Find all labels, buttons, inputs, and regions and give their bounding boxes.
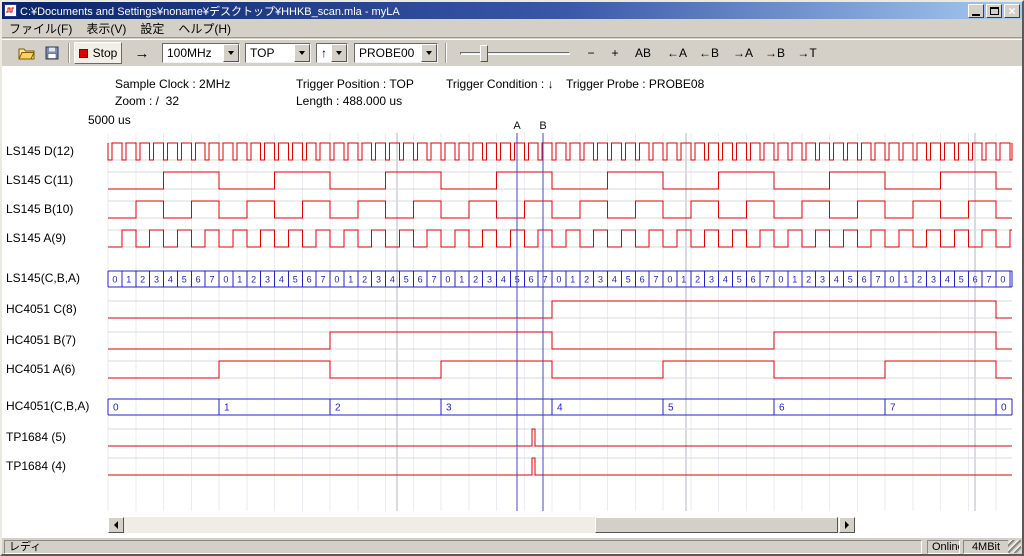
goto-next-a-button[interactable]: →A (728, 42, 758, 64)
menu-item-settings[interactable]: 設定 (133, 18, 171, 39)
trigger-edge-dropdown-button[interactable] (331, 44, 347, 62)
slider-thumb[interactable] (480, 45, 488, 62)
open-folder-icon (18, 46, 35, 60)
zoom-info: Zoom : / 32 (115, 94, 179, 108)
save-button[interactable] (40, 42, 64, 64)
status-bar: レディ Online 4MBit (2, 537, 1022, 554)
channel-label: LS145 A(9) (6, 231, 66, 245)
horizontal-scrollbar[interactable] (108, 517, 855, 533)
trigger-probe-dropdown-button[interactable] (421, 44, 437, 62)
menu-item-help[interactable]: ヘルプ(H) (171, 18, 238, 39)
timeline-start-label: 5000 us (88, 113, 131, 127)
channel-label: HC4051(C,B,A) (6, 399, 89, 413)
goto-prev-b-button[interactable]: ←B (694, 42, 724, 64)
goto-next-b-button[interactable]: →B (760, 42, 790, 64)
menu-bar: ファイル(F) 表示(V) 設定 ヘルプ(H) (2, 19, 1022, 38)
channel-label: HC4051 A(6) (6, 362, 75, 376)
close-icon: × (1008, 6, 1015, 16)
chevron-down-icon (336, 51, 342, 55)
channel-label: LS145(C,B,A) (6, 271, 80, 285)
toolbar-separator (445, 43, 447, 63)
trigger-position-dropdown-button[interactable] (294, 44, 310, 62)
status-memory: 4MBit (963, 540, 1009, 554)
minimize-button[interactable] (968, 4, 984, 18)
resize-grip[interactable] (1008, 540, 1021, 553)
chevron-down-icon (228, 51, 234, 55)
maximize-button[interactable] (986, 4, 1002, 18)
channel-label: LS145 D(12) (6, 144, 74, 158)
arrow-right-icon (845, 521, 849, 529)
scroll-left-button[interactable] (108, 517, 124, 533)
scroll-thumb[interactable] (595, 517, 838, 533)
stop-icon (79, 49, 88, 58)
trigger-edge-value: ↑ (321, 46, 330, 60)
stop-label: Stop (93, 46, 118, 60)
chevron-down-icon (426, 51, 432, 55)
channel-label: HC4051 B(7) (6, 333, 76, 347)
trigger-condition-info: Trigger Condition : ↓ (446, 77, 554, 91)
zoom-slider[interactable] (454, 45, 576, 62)
title-bar: C:¥Documents and Settings¥noname¥デスクトップ¥… (2, 2, 1022, 19)
open-button[interactable] (14, 42, 38, 64)
goto-trigger-button[interactable]: →T (792, 42, 822, 64)
run-arrow-button[interactable]: → (130, 42, 154, 64)
stop-button[interactable]: Stop (74, 42, 122, 64)
window-title: C:¥Documents and Settings¥noname¥デスクトップ¥… (20, 3, 400, 19)
trigger-probe-value: PROBE00 (359, 46, 420, 60)
slider-groove (460, 52, 570, 55)
save-floppy-icon (45, 46, 59, 60)
app-icon[interactable] (4, 4, 17, 17)
trigger-edge-combo[interactable]: ↑ (316, 43, 348, 63)
sample-clock-combo[interactable]: 100MHz (162, 43, 240, 63)
minimize-icon (972, 14, 980, 16)
window-controls: × (968, 4, 1022, 18)
chevron-down-icon (299, 51, 305, 55)
menu-item-file[interactable]: ファイル(F) (2, 18, 79, 39)
ab-button[interactable]: AB (628, 42, 658, 64)
maximize-icon (990, 7, 999, 15)
waveform-client-area[interactable] (2, 66, 1022, 537)
status-ready: レディ (4, 540, 922, 554)
channel-label: TP1684 (5) (6, 430, 66, 444)
status-online: Online (927, 540, 960, 554)
goto-prev-a-button[interactable]: ←A (662, 42, 692, 64)
scroll-right-button[interactable] (839, 517, 855, 533)
channel-label: HC4051 C(8) (6, 302, 77, 316)
sample-clock-value: 100MHz (167, 46, 222, 60)
toolbar: Stop → 100MHz TOP ↑ PROBE00 − + AB ←A ←B… (2, 39, 1022, 66)
length-info: Length : 488.000 us (296, 94, 402, 108)
arrow-left-icon (114, 521, 118, 529)
sample-clock-dropdown-button[interactable] (223, 44, 239, 62)
channel-label: LS145 C(11) (6, 173, 73, 187)
trigger-position-combo[interactable]: TOP (245, 43, 311, 63)
channel-label: TP1684 (4) (6, 459, 66, 473)
toolbar-separator (68, 43, 70, 63)
zoom-in-button[interactable]: + (604, 42, 626, 64)
menu-item-view[interactable]: 表示(V) (79, 18, 133, 39)
trigger-position-value: TOP (250, 46, 293, 60)
trigger-probe-info: Trigger Probe : PROBE08 (566, 77, 704, 91)
sample-clock-info: Sample Clock : 2MHz (115, 77, 230, 91)
trigger-position-info: Trigger Position : TOP (296, 77, 414, 91)
zoom-out-button[interactable]: − (580, 42, 602, 64)
channel-label: LS145 B(10) (6, 202, 73, 216)
trigger-probe-combo[interactable]: PROBE00 (354, 43, 438, 63)
close-button[interactable]: × (1004, 4, 1020, 18)
